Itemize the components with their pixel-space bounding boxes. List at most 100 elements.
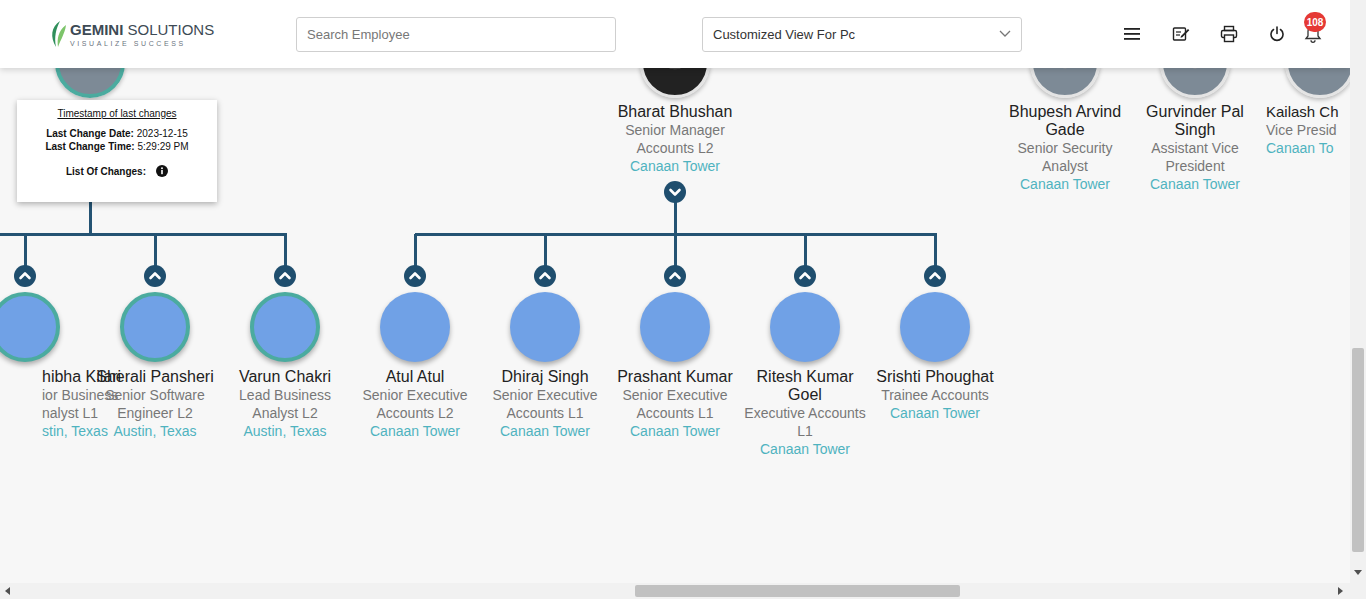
connector-line	[284, 234, 287, 266]
chevron-up-icon	[794, 265, 816, 287]
manager-card[interactable]: Gurvinder Pal SinghAssistant Vice Presid…	[1130, 103, 1260, 193]
leaf-logo-icon	[48, 19, 68, 49]
employee-card[interactable]: Prashant KumarSenior Executive Accounts …	[610, 292, 740, 440]
avatar-placeholder[interactable]	[900, 292, 970, 362]
employee-location: Austin, Texas	[221, 422, 349, 440]
employee-name[interactable]: Bhupesh Arvind Gade	[1001, 103, 1129, 139]
manager-toggle[interactable]	[664, 265, 686, 287]
chevron-up-icon	[14, 265, 36, 287]
scroll-thumb[interactable]	[1352, 348, 1364, 552]
connector-line	[414, 234, 417, 266]
connector-line	[934, 234, 937, 266]
connector-line	[154, 234, 157, 266]
employee-location: Canaan Tower	[611, 422, 739, 440]
employee-card[interactable]: Ritesh Kumar GoelExecutive Accounts L1Ca…	[740, 292, 870, 458]
connector-line	[674, 202, 677, 236]
connector-line	[89, 202, 92, 236]
employee-card[interactable]: Atul AtulSenior Executive Accounts L2Can…	[350, 292, 480, 440]
connector-line	[544, 234, 547, 266]
employee-location: Canaan Tower	[871, 404, 999, 422]
changes-row: List Of Changes:	[23, 165, 211, 177]
employee-name[interactable]: Kailash Ch	[1266, 103, 1348, 121]
employee-location: Austin, Texas	[91, 422, 219, 440]
chevron-up-icon	[404, 265, 426, 287]
employee-location: Canaan Tower	[1001, 175, 1129, 193]
employee-name[interactable]: Atul Atul	[351, 368, 479, 386]
menu-icon[interactable]	[1124, 27, 1142, 41]
company-logo[interactable]: GEMINI SOLUTIONSVISUALIZE SUCCESS	[48, 19, 296, 49]
manager-card[interactable]: Bharat BhushanSenior Manager Accounts L2…	[610, 103, 740, 175]
chevron-up-icon	[534, 265, 556, 287]
manager-toggle[interactable]	[274, 265, 296, 287]
notification-count: 108	[1304, 12, 1326, 32]
chevron-up-icon	[664, 265, 686, 287]
employee-title: Vice Presid	[1266, 121, 1348, 139]
employee-title: Executive Accounts L1	[741, 404, 869, 440]
employee-location: Canaan Tower	[741, 440, 869, 458]
vertical-scrollbar[interactable]	[1350, 0, 1366, 583]
employee-location: Canaan Tower	[611, 157, 739, 175]
edit-form-icon[interactable]	[1172, 25, 1190, 43]
avatar-placeholder[interactable]	[250, 292, 320, 362]
employee-name[interactable]: Bharat Bhushan	[611, 103, 739, 121]
chevron-down-icon	[999, 30, 1011, 38]
manager-toggle[interactable]	[14, 265, 36, 287]
avatar-placeholder[interactable]	[380, 292, 450, 362]
employee-name[interactable]: Srishti Phoughat	[871, 368, 999, 386]
avatar-placeholder[interactable]	[640, 292, 710, 362]
manager-toggle[interactable]	[534, 265, 556, 287]
employee-location: Canaan Tower	[481, 422, 609, 440]
top-bar: GEMINI SOLUTIONSVISUALIZE SUCCESS Customi…	[0, 0, 1350, 68]
tooltip-title[interactable]: Timestamp of last changes	[23, 108, 211, 119]
employee-name[interactable]: Ritesh Kumar Goel	[741, 368, 869, 404]
employee-card[interactable]: Srishti PhoughatTrainee AccountsCanaan T…	[870, 292, 1000, 422]
scroll-thumb[interactable]	[635, 585, 960, 597]
employee-card[interactable]: hibha Kilariior Business nalyst L1stin, …	[0, 292, 90, 440]
avatar-placeholder[interactable]	[510, 292, 580, 362]
scroll-right-icon[interactable]	[1338, 587, 1343, 595]
employee-card[interactable]: Varun ChakriLead Business Analyst L2Aust…	[220, 292, 350, 440]
manager-card[interactable]: Bhupesh Arvind GadeSenior Security Analy…	[1000, 103, 1130, 193]
employee-name[interactable]: Dhiraj Singh	[481, 368, 609, 386]
print-icon[interactable]	[1220, 25, 1238, 43]
employee-title: Assistant Vice President	[1131, 139, 1259, 175]
employee-card[interactable]: Dhiraj SinghSenior Executive Accounts L1…	[480, 292, 610, 440]
employee-name[interactable]: Prashant Kumar	[611, 368, 739, 386]
avatar-placeholder[interactable]	[770, 292, 840, 362]
notifications-button[interactable]: 108	[1304, 24, 1322, 44]
chevron-down-icon	[664, 181, 686, 203]
employee-search[interactable]	[296, 17, 616, 52]
change-tooltip: Timestamp of last changes Last Change Dat…	[17, 100, 217, 202]
employee-name[interactable]: Varun Chakri	[221, 368, 349, 386]
employee-location: Canaan To	[1266, 139, 1348, 157]
avatar-placeholder[interactable]	[120, 292, 190, 362]
manager-toggle[interactable]	[794, 265, 816, 287]
chevron-up-icon	[144, 265, 166, 287]
power-icon[interactable]	[1268, 25, 1286, 43]
employee-title: Senior Security Analyst	[1001, 139, 1129, 175]
expand-toggle[interactable]	[664, 181, 686, 203]
connector-line	[0, 233, 287, 236]
org-chart-canvas[interactable]: Timestamp of last changes Last Change Dat…	[0, 0, 1366, 599]
tooltip-row: Last Change Time: 5:29:29 PM	[23, 140, 211, 153]
connector-line	[674, 234, 677, 266]
scroll-left-icon[interactable]	[5, 587, 10, 595]
connector-line	[24, 234, 27, 266]
employee-name[interactable]: Gurvinder Pal Singh	[1131, 103, 1259, 139]
employee-title: Senior Manager Accounts L2	[611, 121, 739, 157]
employee-card[interactable]: Sherali PansheriSenior Software Engineer…	[90, 292, 220, 440]
manager-toggle[interactable]	[924, 265, 946, 287]
employee-title: Senior Executive Accounts L1	[481, 386, 609, 422]
manager-toggle[interactable]	[144, 265, 166, 287]
avatar-placeholder[interactable]	[0, 292, 60, 362]
employee-name[interactable]: Sherali Pansheri	[91, 368, 219, 386]
scroll-down-icon[interactable]	[1354, 570, 1362, 575]
tooltip-row: Last Change Date: 2023-12-15	[23, 127, 211, 140]
info-icon[interactable]	[156, 165, 168, 177]
horizontal-scrollbar[interactable]	[0, 583, 1366, 599]
manager-toggle[interactable]	[404, 265, 426, 287]
employee-location: Canaan Tower	[351, 422, 479, 440]
employee-title: Senior Executive Accounts L1	[611, 386, 739, 422]
connector-line	[804, 234, 807, 266]
view-select[interactable]: Customized View For Pc	[702, 17, 1022, 52]
